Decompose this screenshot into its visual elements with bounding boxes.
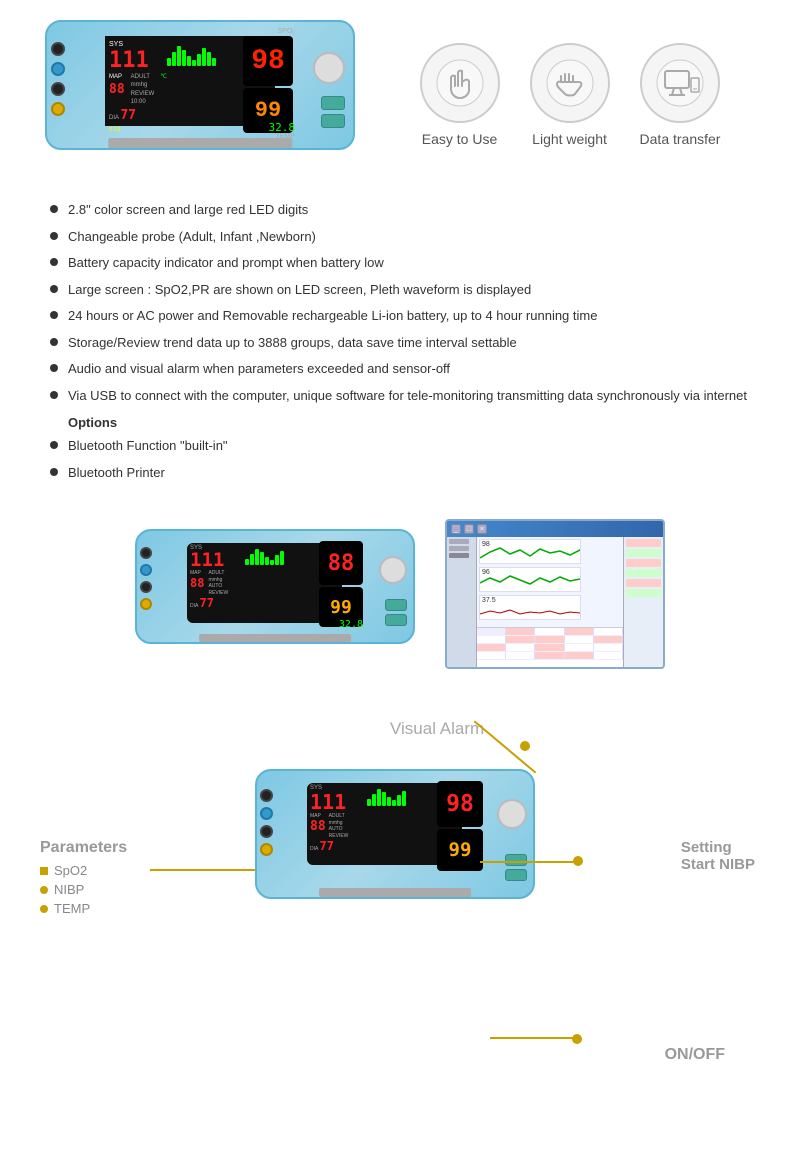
setting-subtitle: Start NIBP	[681, 856, 755, 873]
computer-icon	[640, 43, 720, 123]
bullet-dot	[50, 338, 58, 346]
spo2-bottom: 98	[437, 781, 483, 827]
feet-bottom	[305, 897, 484, 899]
bullets-section: 2.8" color screen and large red LED digi…	[0, 180, 800, 499]
middle-section: SYS 111 MAP88 ADULTmmhgAUTOREVIEW DIA 77	[0, 499, 800, 689]
left-connectors	[47, 42, 65, 116]
win-btn-close[interactable]: ×	[477, 524, 487, 534]
hand-touch-icon	[420, 43, 500, 123]
option-1: Bluetooth Function "built-in"	[50, 436, 750, 456]
bullet-dot	[50, 468, 58, 476]
feature-easy-to-use: Easy to Use	[420, 43, 500, 147]
right-button[interactable]	[313, 52, 345, 84]
sw-sidebar	[447, 537, 477, 667]
bottom-btns-mid[interactable]	[385, 599, 407, 626]
param-arrow	[150, 869, 270, 871]
setting-arrow	[480, 861, 580, 863]
options-heading: Options	[50, 415, 750, 430]
onoff-arrow	[490, 1037, 580, 1039]
bullet-dot	[50, 441, 58, 449]
visual-alarm-label: Visual Alarm	[390, 719, 484, 739]
data-transfer-label: Data transfer	[640, 131, 721, 147]
bullet-dot	[50, 232, 58, 240]
features-section: Easy to Use Light weight	[370, 43, 770, 147]
stand-bottom	[319, 888, 471, 897]
bullet-5: 24 hours or AC power and Removable recha…	[50, 306, 750, 326]
bullet-text: Storage/Review trend data up to 3888 gro…	[68, 333, 517, 353]
sw-main-content: 98 96 37.5	[477, 537, 623, 667]
spo2-display: 98	[243, 36, 293, 86]
hand-hold-icon	[530, 43, 610, 123]
bullet-text: Audio and visual alarm when parameters e…	[68, 359, 450, 379]
setting-dot	[573, 856, 583, 866]
spo2-label: SPO₂	[278, 28, 296, 35]
setting-title: Setting	[681, 839, 755, 856]
easy-to-use-label: Easy to Use	[422, 131, 497, 147]
bullet-text: 24 hours or AC power and Removable recha…	[68, 306, 597, 326]
option-text: Bluetooth Printer	[68, 463, 165, 483]
stand-feet	[93, 148, 307, 150]
feet-mid	[185, 642, 364, 644]
bullet-dot	[50, 205, 58, 213]
bullet-text: Battery capacity indicator and prompt wh…	[68, 253, 384, 273]
sw-table	[477, 627, 623, 667]
bullet-dot	[50, 258, 58, 266]
onoff-dot	[572, 1034, 582, 1044]
bullet-dot	[50, 364, 58, 372]
stand-bar	[108, 138, 292, 148]
visual-alarm-dot	[520, 741, 530, 751]
top-section: SYS 111 MAP88 ADULTmmhgREVIEW10:00 ℃ DIA…	[0, 0, 800, 180]
bullet-text: 2.8" color screen and large red LED digi…	[68, 200, 308, 220]
bullet-7: Audio and visual alarm when parameters e…	[50, 359, 750, 379]
bullet-1: 2.8" color screen and large red LED digi…	[50, 200, 750, 220]
bullet-4: Large screen : SpO2,PR are shown on LED …	[50, 280, 750, 300]
feature-light-weight: Light weight	[530, 43, 610, 147]
option-2: Bluetooth Printer	[50, 463, 750, 483]
waveform-bars	[167, 46, 216, 66]
bullet-8: Via USB to connect with the computer, un…	[50, 386, 750, 406]
bullet-text: Large screen : SpO2,PR are shown on LED …	[68, 280, 531, 300]
feature-data-transfer: Data transfer	[640, 43, 721, 147]
temp-mid: 32.8	[339, 619, 363, 630]
software-content: 98 96 37.5	[447, 537, 663, 667]
bullet-2: Changeable probe (Adult, Infant ,Newborn…	[50, 227, 750, 247]
param-temp: TEMP	[40, 901, 127, 916]
left-connectors-bottom	[257, 789, 273, 856]
left-connectors-mid	[137, 547, 152, 610]
parameters-title: Parameters	[40, 839, 127, 857]
parameters-label: Parameters SpO2 NIBP TEMP	[40, 839, 127, 920]
software-screenshot: _ □ × 98	[445, 519, 665, 669]
bullet-text: Changeable probe (Adult, Infant ,Newborn…	[68, 227, 316, 247]
setting-label: Setting Start NIBP	[681, 839, 755, 873]
bullet-dot	[50, 311, 58, 319]
bullet-6: Storage/Review trend data up to 3888 gro…	[50, 333, 750, 353]
sw-right-panel	[623, 537, 663, 667]
right-btn-bottom[interactable]	[497, 799, 527, 829]
onoff-label: ON/OFF	[665, 1046, 725, 1064]
device-image-top: SYS 111 MAP88 ADULTmmhgREVIEW10:00 ℃ DIA…	[30, 20, 370, 170]
bullet-dot	[50, 285, 58, 293]
bullet-3: Battery capacity indicator and prompt wh…	[50, 253, 750, 273]
feature-icons-row: Easy to Use Light weight	[420, 43, 721, 147]
bullet-text: Via USB to connect with the computer, un…	[68, 386, 747, 406]
param-spo2: SpO2	[40, 863, 127, 878]
spo2-mid: 88	[319, 541, 363, 585]
option-text: Bluetooth Function "built-in"	[68, 436, 228, 456]
device-image-bottom: SYS 111 MAP88 ADULTmmhgAUTOREVIEW DIA 77	[255, 769, 545, 969]
win-btn-max[interactable]: □	[464, 524, 474, 534]
right-btn-mid[interactable]	[379, 556, 407, 584]
bottom-diagram-section: Visual Alarm Parameters SpO2 NIBP TEMP	[0, 689, 800, 1119]
win-btn-min[interactable]: _	[451, 524, 461, 534]
light-weight-label: Light weight	[532, 131, 607, 147]
param-nibp: NIBP	[40, 882, 127, 897]
software-titlebar: _ □ ×	[447, 521, 663, 537]
bottom-btns-bottom[interactable]	[505, 854, 527, 881]
bottom-buttons[interactable]	[321, 96, 345, 128]
pr-bottom: 99	[437, 829, 483, 871]
device-image-mid: SYS 111 MAP88 ADULTmmhgAUTOREVIEW DIA 77	[135, 529, 415, 659]
stand-mid	[199, 634, 351, 642]
bullet-dot	[50, 391, 58, 399]
